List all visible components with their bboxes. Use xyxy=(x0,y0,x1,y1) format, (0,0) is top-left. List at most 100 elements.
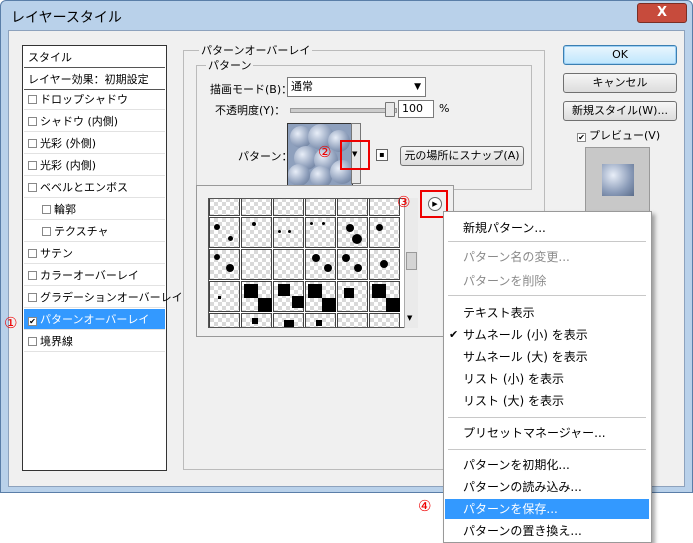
pattern-cell[interactable] xyxy=(273,199,304,216)
style-item[interactable]: 光彩 (内側) xyxy=(24,155,165,176)
style-item-checkbox[interactable]: ✔ xyxy=(28,317,37,326)
ok-button[interactable]: OK xyxy=(563,45,677,65)
style-item-checkbox[interactable] xyxy=(28,95,37,104)
menu-item[interactable]: サムネール (大) を表示 xyxy=(445,347,649,367)
pattern-mark xyxy=(226,264,234,272)
pattern-mark xyxy=(252,318,258,324)
pattern-cell[interactable] xyxy=(337,313,368,327)
menu-item[interactable]: パターンを保存... xyxy=(445,499,649,519)
cancel-button[interactable]: キャンセル xyxy=(563,73,677,93)
blend-mode-select[interactable]: 通常 ▼ xyxy=(287,77,426,97)
menu-item[interactable]: パターンの読み込み... xyxy=(445,477,649,497)
style-item-checkbox[interactable] xyxy=(28,139,37,148)
style-item[interactable]: カラーオーバーレイ xyxy=(24,265,165,286)
style-item[interactable]: テクスチャ xyxy=(24,221,165,242)
pattern-cell[interactable] xyxy=(369,281,400,312)
pattern-cell[interactable] xyxy=(241,281,272,312)
pattern-cell[interactable] xyxy=(273,281,304,312)
menu-item-label: パターンを削除 xyxy=(463,274,547,288)
pattern-cell[interactable] xyxy=(337,217,368,248)
pattern-cell[interactable] xyxy=(273,313,304,327)
pattern-cell[interactable] xyxy=(305,217,336,248)
close-button[interactable]: X xyxy=(637,3,687,23)
new-style-button[interactable]: 新規スタイル(W)... xyxy=(563,101,677,121)
style-item-checkbox[interactable] xyxy=(42,227,51,236)
blend-mode-value: 通常 xyxy=(291,80,313,93)
menu-item[interactable]: 新規パターン... xyxy=(445,218,649,238)
pattern-cell[interactable] xyxy=(337,249,368,280)
style-item[interactable]: 輪郭 xyxy=(24,199,165,220)
style-item[interactable]: サテン xyxy=(24,243,165,264)
pattern-cell[interactable] xyxy=(305,313,336,327)
pattern-mark xyxy=(252,222,256,226)
pattern-cell[interactable] xyxy=(305,281,336,312)
pattern-cell[interactable] xyxy=(209,199,240,216)
pattern-mark xyxy=(312,254,320,262)
pattern-mark xyxy=(310,222,313,225)
style-item[interactable]: ✔ パターンオーバーレイ xyxy=(24,309,165,330)
pattern-cell[interactable] xyxy=(209,281,240,312)
scrollbar-thumb[interactable] xyxy=(406,252,417,270)
style-item-checkbox[interactable] xyxy=(28,337,37,346)
style-item-checkbox[interactable] xyxy=(42,205,51,214)
menu-item: パターンを削除 xyxy=(445,271,649,291)
style-item-label: 光彩 (外側) xyxy=(40,137,97,150)
menu-item[interactable]: ✔ サムネール (小) を表示 xyxy=(445,325,649,345)
style-item-checkbox[interactable] xyxy=(28,249,37,258)
pattern-cell[interactable] xyxy=(241,249,272,280)
style-item-label: グラデーションオーバーレイ xyxy=(40,291,183,304)
style-item[interactable]: シャドウ (内側) xyxy=(24,111,165,132)
menu-item[interactable]: リスト (大) を表示 xyxy=(445,391,649,411)
style-item[interactable]: ベベルとエンボス xyxy=(24,177,165,198)
menu-item[interactable]: プリセットマネージャー... xyxy=(445,423,649,443)
new-preset-icon[interactable]: ▪ xyxy=(376,149,388,161)
blend-options-item[interactable]: レイヤー効果：初期設定 xyxy=(24,69,165,90)
pattern-cell[interactable] xyxy=(209,313,240,327)
pattern-cell[interactable] xyxy=(369,313,400,327)
style-item-label: テクスチャ xyxy=(54,225,109,238)
pattern-cell[interactable] xyxy=(305,249,336,280)
style-item-checkbox[interactable] xyxy=(28,117,37,126)
pattern-cell[interactable] xyxy=(305,199,336,216)
style-item-checkbox[interactable] xyxy=(28,293,37,302)
pattern-cell[interactable] xyxy=(273,217,304,248)
style-item[interactable]: 光彩 (外側) xyxy=(24,133,165,154)
menu-item-label: パターンを初期化... xyxy=(463,458,570,472)
style-list-header[interactable]: スタイル xyxy=(24,47,165,68)
menu-separator xyxy=(448,295,646,296)
style-list: スタイル レイヤー効果：初期設定 ドロップシャドウ シャドウ (内側) 光彩 (外側… xyxy=(22,45,183,471)
style-item[interactable]: グラデーションオーバーレイ xyxy=(24,287,183,308)
pattern-cell[interactable] xyxy=(241,217,272,248)
pattern-cell[interactable] xyxy=(241,313,272,327)
style-item-checkbox[interactable] xyxy=(28,183,37,192)
pattern-mark xyxy=(278,230,281,233)
pattern-cell[interactable] xyxy=(369,249,400,280)
opacity-slider-thumb[interactable] xyxy=(385,102,395,117)
preview-checkbox[interactable]: ✔ プレビュー(V) xyxy=(577,127,660,143)
scroll-down-icon[interactable]: ▼ xyxy=(407,314,412,322)
pattern-cell[interactable] xyxy=(209,249,240,280)
pattern-cell[interactable] xyxy=(369,217,400,248)
style-item-checkbox[interactable] xyxy=(28,271,37,280)
style-item-label: ベベルとエンボス xyxy=(40,181,128,194)
opacity-input[interactable]: 100 xyxy=(398,100,434,118)
snap-to-origin-button[interactable]: 元の場所にスナップ(A) xyxy=(400,146,524,166)
pattern-grid-scrollbar[interactable]: ▼ xyxy=(404,198,418,328)
menu-item[interactable]: パターンを初期化... xyxy=(445,455,649,475)
pattern-mark xyxy=(342,254,350,262)
style-item[interactable]: ドロップシャドウ xyxy=(24,89,165,110)
pattern-cell[interactable] xyxy=(241,199,272,216)
menu-item[interactable]: パターンの置き換え... xyxy=(445,521,649,541)
pattern-cell[interactable] xyxy=(209,217,240,248)
style-item[interactable]: 境界線 xyxy=(24,331,165,352)
menu-item-label: テキスト表示 xyxy=(463,306,535,320)
menu-item[interactable]: テキスト表示 xyxy=(445,303,649,323)
opacity-slider-track[interactable] xyxy=(290,108,397,113)
pattern-cell[interactable] xyxy=(337,281,368,312)
menu-item[interactable]: リスト (小) を表示 xyxy=(445,369,649,389)
pattern-cell[interactable] xyxy=(273,249,304,280)
style-item-checkbox[interactable] xyxy=(28,161,37,170)
pattern-cell[interactable] xyxy=(337,199,368,216)
pattern-cell[interactable] xyxy=(369,199,400,216)
preview-box xyxy=(585,147,650,212)
